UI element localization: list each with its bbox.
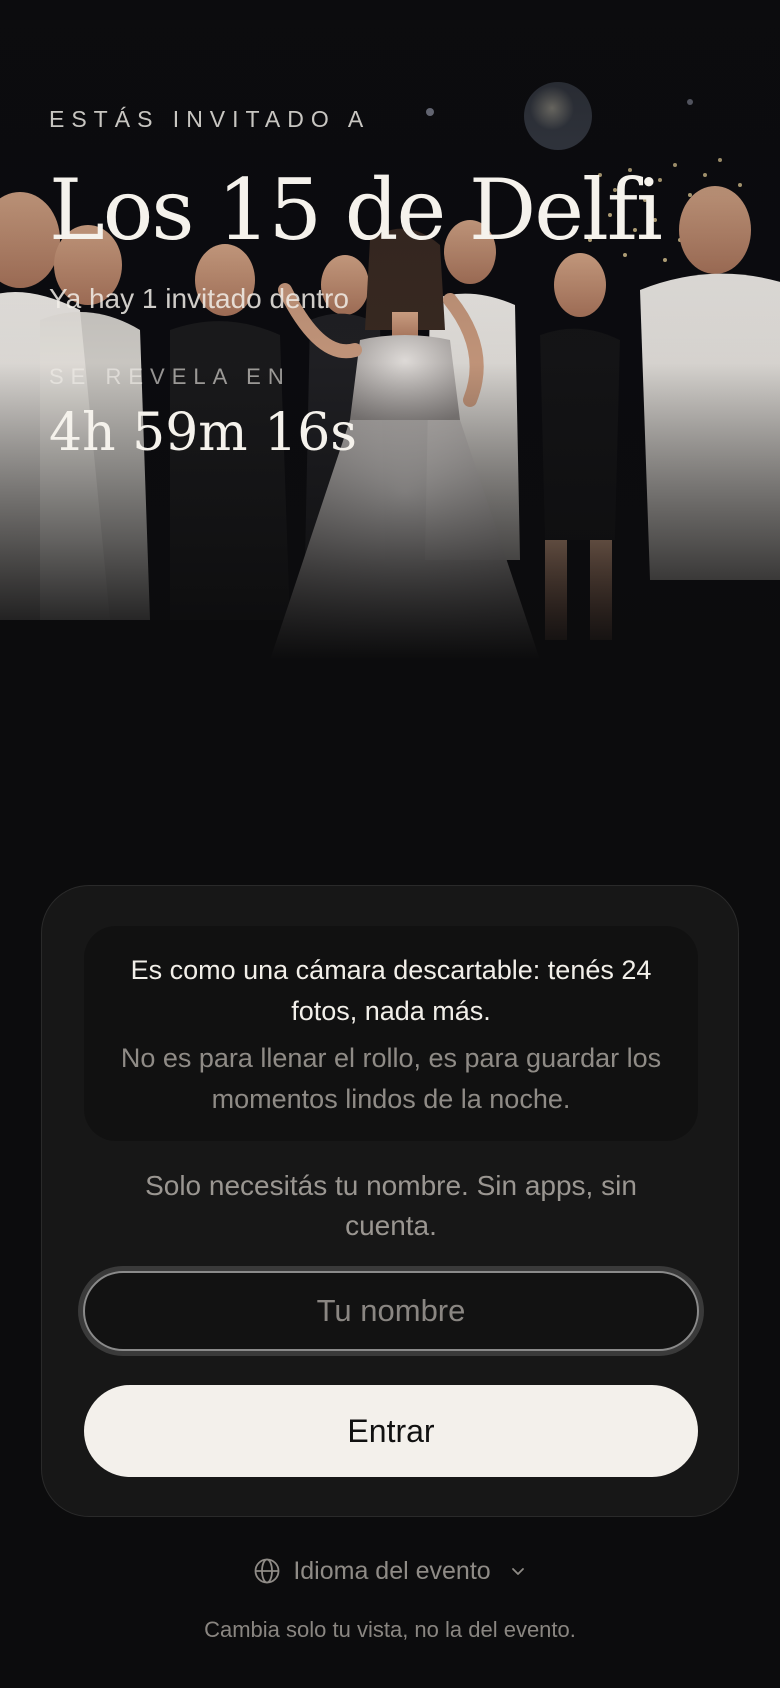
guest-count: Ya hay 1 invitado dentro [49,283,349,314]
reveal-countdown: 4h 59m 16s [49,403,357,463]
chevron-down-icon [511,1568,524,1575]
enter-button[interactable]: Entrar [84,1385,698,1477]
join-card: Es como una cámara descartable: tenés 24… [41,885,739,1517]
language-note: Cambia solo tu vista, no la del evento. [204,1617,576,1642]
hero-section: ESTÁS INVITADO A Los 15 de Delfi Ya hay … [0,0,780,660]
language-label: Idioma del evento [293,1556,491,1585]
info-sub-text: No es para llenar el rollo, es para guar… [120,1043,662,1114]
invite-eyebrow: ESTÁS INVITADO A [49,106,371,132]
name-input-wrapper [78,1266,704,1356]
name-hint: Solo necesitás tu nombre. Sin apps, sin … [145,1170,637,1241]
reveal-label: SE REVELA EN [49,364,291,389]
globe-icon [254,1558,280,1584]
language-row: Idioma del evento [0,1553,780,1589]
language-selector[interactable]: Idioma del evento [253,1557,526,1586]
info-main-text: Es como una cámara descartable: tenés 24… [130,955,652,1026]
event-title: Los 15 de Delfi [49,161,663,259]
name-input[interactable] [83,1271,699,1351]
hero-gradient-overlay [0,0,780,660]
camera-info-box: Es como una cámara descartable: tenés 24… [84,926,698,1141]
